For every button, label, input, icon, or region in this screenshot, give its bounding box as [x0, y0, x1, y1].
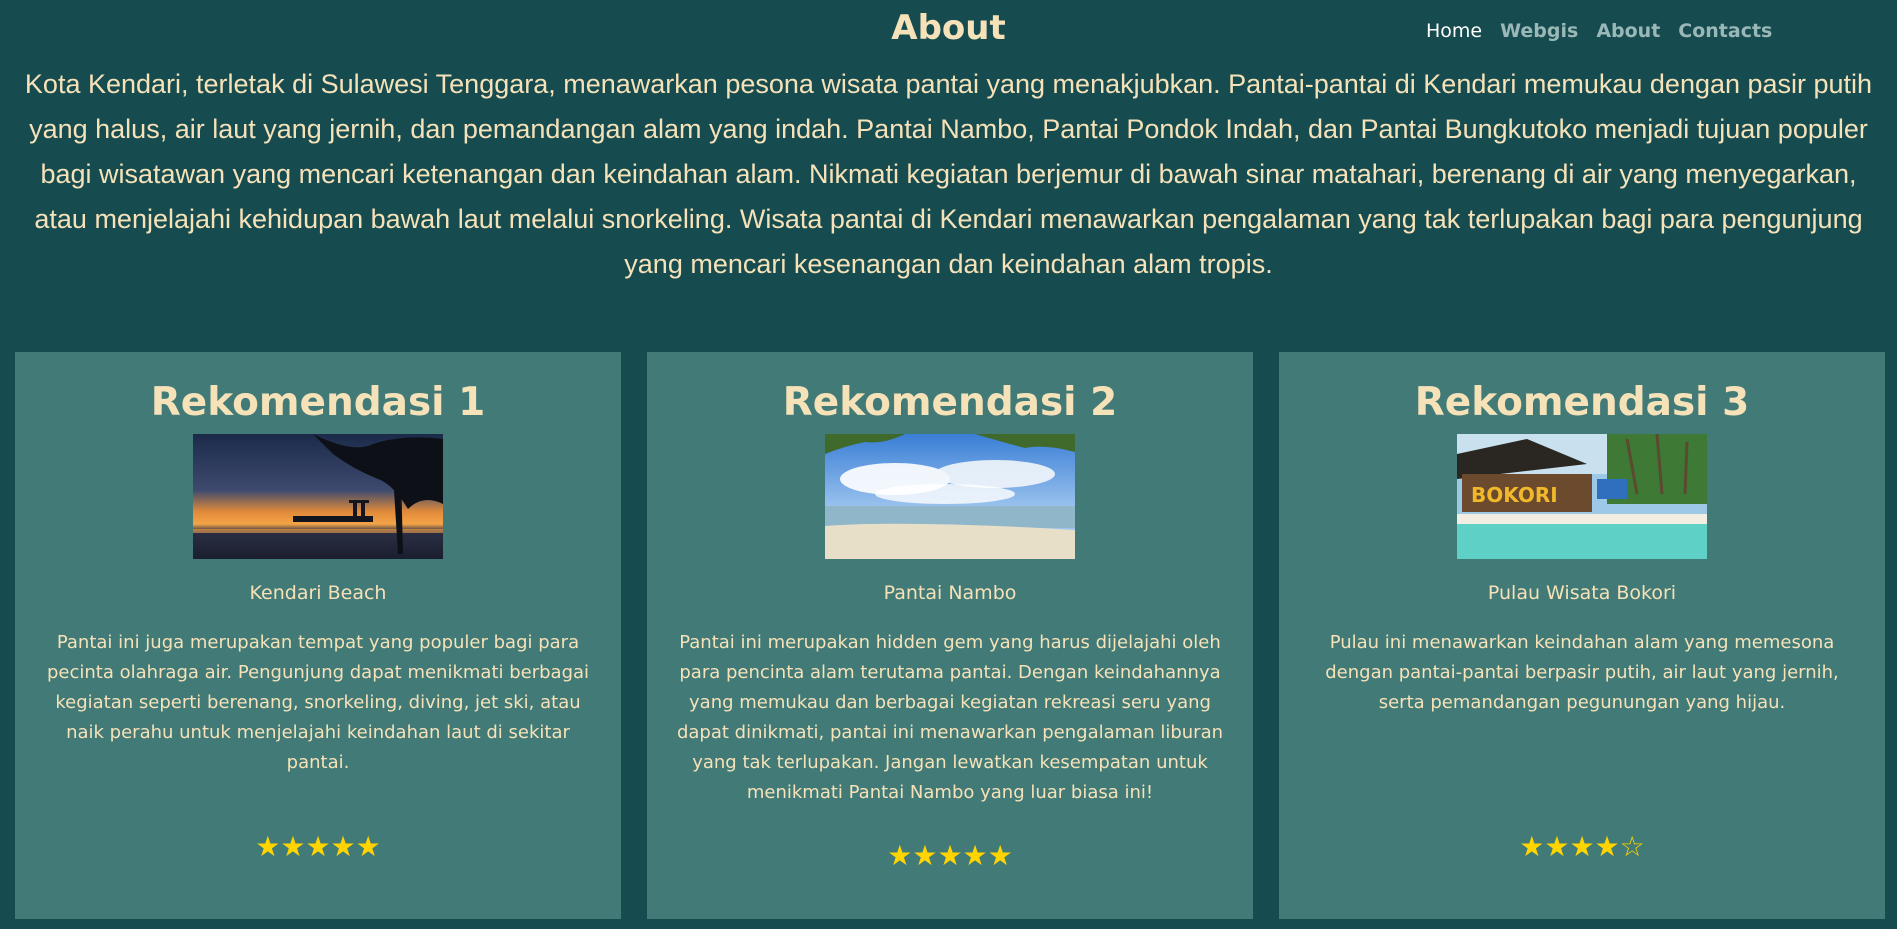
- card-title: Rekomendasi 3: [1414, 380, 1750, 425]
- card-description: Pulau ini menawarkan keindahan alam yang…: [1325, 632, 1839, 713]
- recommendation-cards: Rekomendasi 1 Kendari Beach Pantai ini j…: [15, 352, 1885, 919]
- pantai-nambo-photo: [825, 434, 1075, 559]
- star-rating: ★★★★☆: [1519, 830, 1645, 863]
- intro-paragraph: Kota Kendari, terletak di Sulawesi Tengg…: [24, 69, 1873, 279]
- bokori-sign-text: BOKORI: [1471, 483, 1558, 507]
- recommendation-card-1: Rekomendasi 1 Kendari Beach Pantai ini j…: [15, 352, 621, 919]
- card-description: Pantai ini juga merupakan tempat yang po…: [46, 632, 590, 773]
- top-nav: Home Webgis About Contacts: [1426, 20, 1772, 42]
- card-title: Rekomendasi 1: [150, 380, 486, 425]
- recommendation-card-3: Rekomendasi 3 BOKORI Pulau Wisata Bokori…: [1279, 352, 1885, 919]
- nav-contacts-link[interactable]: Contacts: [1678, 20, 1772, 42]
- kendari-beach-photo: [193, 434, 443, 559]
- bokori-island-photo: BOKORI: [1457, 434, 1707, 559]
- star-rating: ★★★★★: [887, 839, 1013, 872]
- nav-about-link[interactable]: About: [1596, 20, 1660, 42]
- card-place-name: Pantai Nambo: [883, 582, 1017, 604]
- card-description: Pantai ini merupakan hidden gem yang har…: [676, 632, 1224, 803]
- card-title: Rekomendasi 2: [782, 380, 1118, 425]
- card-place-name: Pulau Wisata Bokori: [1487, 582, 1677, 604]
- recommendation-card-2: Rekomendasi 2 Pantai Nambo Pantai ini me…: [647, 352, 1253, 919]
- nav-home-link[interactable]: Home: [1426, 20, 1482, 42]
- card-place-name: Kendari Beach: [249, 582, 387, 604]
- star-rating: ★★★★★: [255, 830, 381, 863]
- nav-webgis-link[interactable]: Webgis: [1500, 20, 1578, 42]
